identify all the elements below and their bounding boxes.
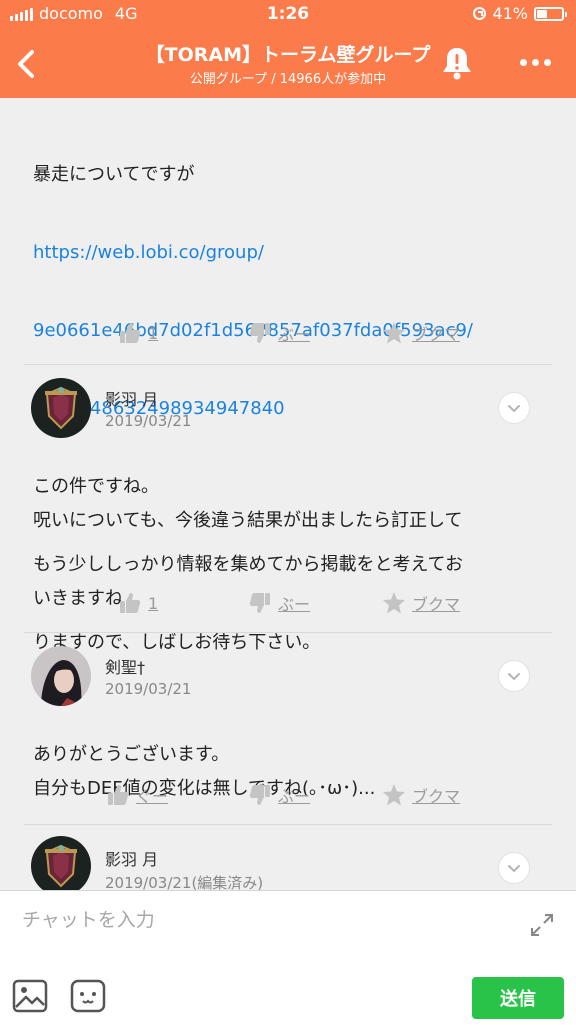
like-button[interactable]: 1	[118, 588, 158, 618]
post-date: 2019/03/21	[105, 412, 192, 430]
post-date: 2019/03/21	[105, 680, 192, 698]
battery-fill	[537, 9, 547, 18]
dislike-label: ぶー	[278, 595, 311, 614]
expand-input-button[interactable]	[528, 911, 556, 939]
battery-icon	[534, 6, 567, 21]
message-menu-button[interactable]	[498, 660, 530, 692]
bookmark-label: ブクマ	[412, 325, 461, 344]
star-icon	[383, 322, 405, 344]
status-bar: docomo 4G 1:26 41%	[0, 0, 576, 30]
chevron-down-icon	[508, 865, 520, 873]
nav-bar: 【TORAM】トーラム壁グループ 公開グループ / 14966人が参加中	[0, 30, 576, 98]
dislike-button[interactable]: ぶー	[248, 588, 310, 618]
like-label: ぐー	[136, 787, 169, 806]
chevron-down-icon	[508, 405, 520, 413]
avatar[interactable]	[31, 836, 91, 890]
chevron-down-icon	[508, 673, 520, 681]
thumbs-down-icon	[249, 593, 270, 613]
message-menu-button[interactable]	[498, 392, 530, 424]
message-menu-button[interactable]	[498, 852, 530, 884]
like-button[interactable]: ぐー	[106, 780, 168, 810]
chat-input[interactable]	[20, 901, 504, 939]
image-attach-button[interactable]	[12, 979, 48, 1013]
user-name[interactable]: 剣聖†	[105, 654, 145, 678]
dislike-button[interactable]: ぶー	[248, 780, 310, 810]
notification-button[interactable]	[440, 44, 474, 82]
battery-percent: 41%	[492, 4, 528, 23]
message-actions: 1 ぶー ブクマ	[0, 318, 576, 348]
like-button[interactable]: 1	[118, 318, 158, 348]
bookmark-label: ブクマ	[412, 787, 461, 806]
message-line: 暴走についてですが	[33, 164, 195, 185]
sticker-button[interactable]	[70, 979, 106, 1013]
user-name[interactable]: 影羽 月	[105, 386, 158, 410]
shield-emblem-icon	[31, 836, 91, 890]
dislike-label: ぶー	[278, 787, 311, 806]
image-icon	[12, 979, 48, 1013]
thumbs-up-icon	[108, 785, 129, 805]
like-count: 1	[148, 323, 159, 343]
top-bar: docomo 4G 1:26 41% 【TORAM】トーラム壁グループ 公開グル…	[0, 0, 576, 98]
chevron-left-icon	[18, 50, 34, 78]
message-divider	[24, 364, 552, 365]
bell-alert-icon	[443, 48, 471, 80]
like-count: 1	[148, 593, 159, 613]
rotation-lock-icon	[473, 7, 487, 20]
user-portrait-icon	[31, 646, 91, 706]
bookmark-button[interactable]: ブクマ	[382, 780, 460, 810]
smiley-face-icon	[70, 979, 106, 1013]
message-actions: ぐー ぶー ブクマ	[0, 780, 576, 810]
star-icon	[383, 784, 405, 806]
bookmark-label: ブクマ	[412, 595, 461, 614]
chat-list[interactable]: 暴走についてですが https://web.lobi.co/group/ 9e0…	[0, 98, 576, 890]
back-button[interactable]	[8, 42, 48, 86]
more-dots-icon	[519, 58, 527, 66]
thumbs-up-icon	[120, 323, 141, 343]
message-divider	[24, 824, 552, 825]
dislike-label: ぶー	[278, 325, 311, 344]
message-divider	[24, 632, 552, 633]
dislike-button[interactable]: ぶー	[248, 318, 310, 348]
avatar[interactable]	[31, 646, 91, 706]
thumbs-down-icon	[249, 785, 270, 805]
message-link[interactable]: https://web.lobi.co/group/	[33, 240, 543, 266]
post-date: 2019/03/21(編集済み)	[105, 874, 264, 890]
message-actions: 1 ぶー ブクマ	[0, 588, 576, 618]
bookmark-button[interactable]: ブクマ	[382, 588, 460, 618]
star-icon	[383, 592, 405, 614]
send-button[interactable]: 送信	[472, 977, 564, 1019]
bookmark-button[interactable]: ブクマ	[382, 318, 460, 348]
avatar[interactable]	[31, 378, 91, 438]
more-menu-button[interactable]	[508, 50, 562, 74]
user-name[interactable]: 影羽 月	[105, 846, 158, 870]
thumbs-down-icon	[249, 323, 270, 343]
shield-emblem-icon	[31, 378, 91, 438]
message-line: 呪いについても、今後違う結果が出ましたら訂正して	[33, 510, 463, 531]
expand-arrows-icon	[531, 914, 553, 936]
thumbs-up-icon	[120, 593, 141, 613]
chat-composer: 送信	[0, 890, 576, 1025]
